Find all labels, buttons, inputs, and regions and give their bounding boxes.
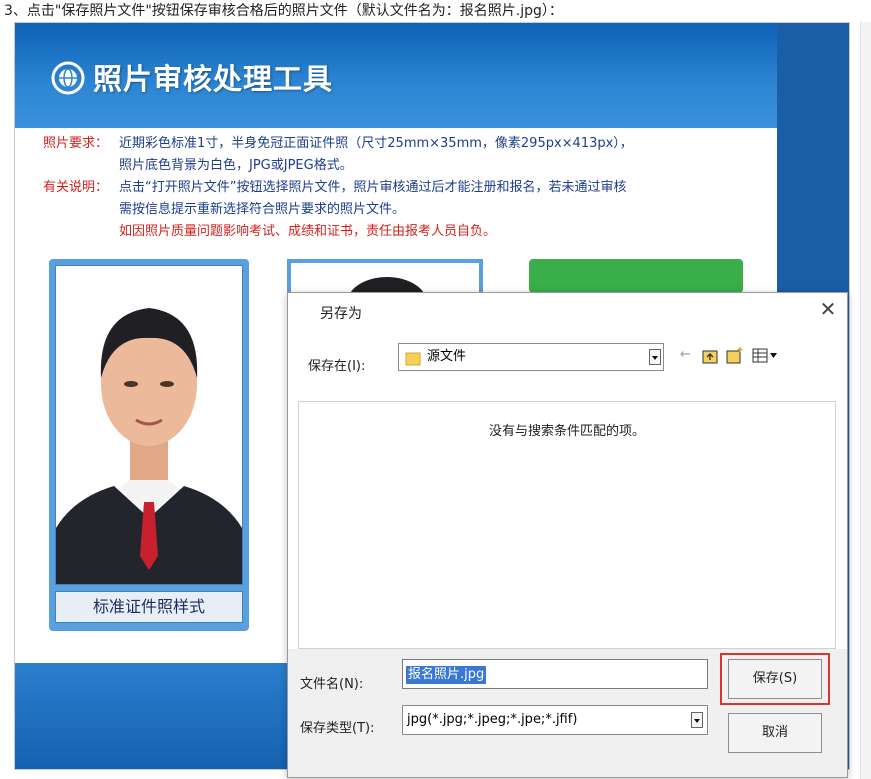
sample-photo-caption: 标准证件照样式 (55, 591, 243, 623)
cancel-button[interactable]: 取消 (728, 713, 822, 753)
save-as-dialog: 另存为 ✕ 保存在(I): 源文件 ← 没有与搜索条件匹配的项。 文件名(N):… (287, 292, 848, 778)
up-folder-icon[interactable] (702, 348, 718, 364)
filename-input[interactable]: 报名照片.jpg (402, 659, 708, 689)
requirement-line-1: 近期彩色标准1寸，半身免冠正面证件照（尺寸25mm×35mm，像素295px×4… (119, 136, 633, 151)
person-portrait-icon (56, 266, 242, 584)
sample-photo (55, 265, 243, 585)
chevron-down-icon[interactable] (649, 349, 661, 365)
back-arrow-icon[interactable]: ← (680, 347, 691, 362)
save-in-value: 源文件 (427, 349, 467, 364)
app-header: 照片审核处理工具 (15, 23, 777, 128)
sample-photo-frame: 标准证件照样式 (49, 259, 249, 631)
requirement-line-2: 照片底色背景为白色，JPG或JPEG格式。 (119, 158, 353, 173)
chevron-down-icon[interactable] (691, 712, 703, 728)
save-button[interactable]: 保存(S) (728, 659, 822, 699)
requirement-label: 照片要求： (43, 136, 109, 151)
note-line-3: 如因照片质量问题影响考试、成绩和证书，责任由报考人员自负。 (119, 224, 497, 239)
file-list[interactable]: 没有与搜索条件匹配的项。 (298, 401, 836, 649)
note-label: 有关说明： (43, 180, 109, 195)
app-title: 照片审核处理工具 (93, 62, 334, 96)
folder-icon (405, 352, 421, 366)
page-scrollbar[interactable] (860, 22, 871, 779)
close-icon[interactable]: ✕ (816, 297, 840, 321)
dialog-bottom-bar: 文件名(N): 报名照片.jpg 保存类型(T): jpg(*.jpg;*.jp… (288, 649, 847, 777)
new-folder-icon[interactable] (726, 346, 744, 364)
globe-logo-icon (51, 61, 85, 95)
filename-value: 报名照片.jpg (406, 666, 487, 684)
note-line-2: 需按信息提示重新选择符合照片要求的照片文件。 (119, 202, 406, 217)
save-in-dropdown[interactable]: 源文件 (398, 343, 664, 371)
note-line-1: 点击“打开照片文件”按钮选择照片文件，照片审核通过后才能注册和报名，若未通过审核 (119, 180, 627, 195)
view-menu-icon[interactable] (752, 348, 778, 364)
instruction-caption: 3、点击"保存照片文件"按钮保存审核合格后的照片文件（默认文件名为：报名照片.j… (4, 3, 563, 19)
filetype-label: 保存类型(T): (300, 721, 375, 736)
save-in-label: 保存在(I): (308, 359, 366, 374)
open-photo-button[interactable] (529, 259, 743, 293)
empty-list-message: 没有与搜索条件匹配的项。 (488, 424, 645, 439)
dialog-title: 另存为 (320, 306, 362, 322)
filetype-value: jpg(*.jpg;*.jpeg;*.jpe;*.jfif) (407, 712, 578, 727)
filename-label: 文件名(N): (300, 677, 364, 692)
filetype-dropdown[interactable]: jpg(*.jpg;*.jpeg;*.jpe;*.jfif) (402, 705, 708, 735)
